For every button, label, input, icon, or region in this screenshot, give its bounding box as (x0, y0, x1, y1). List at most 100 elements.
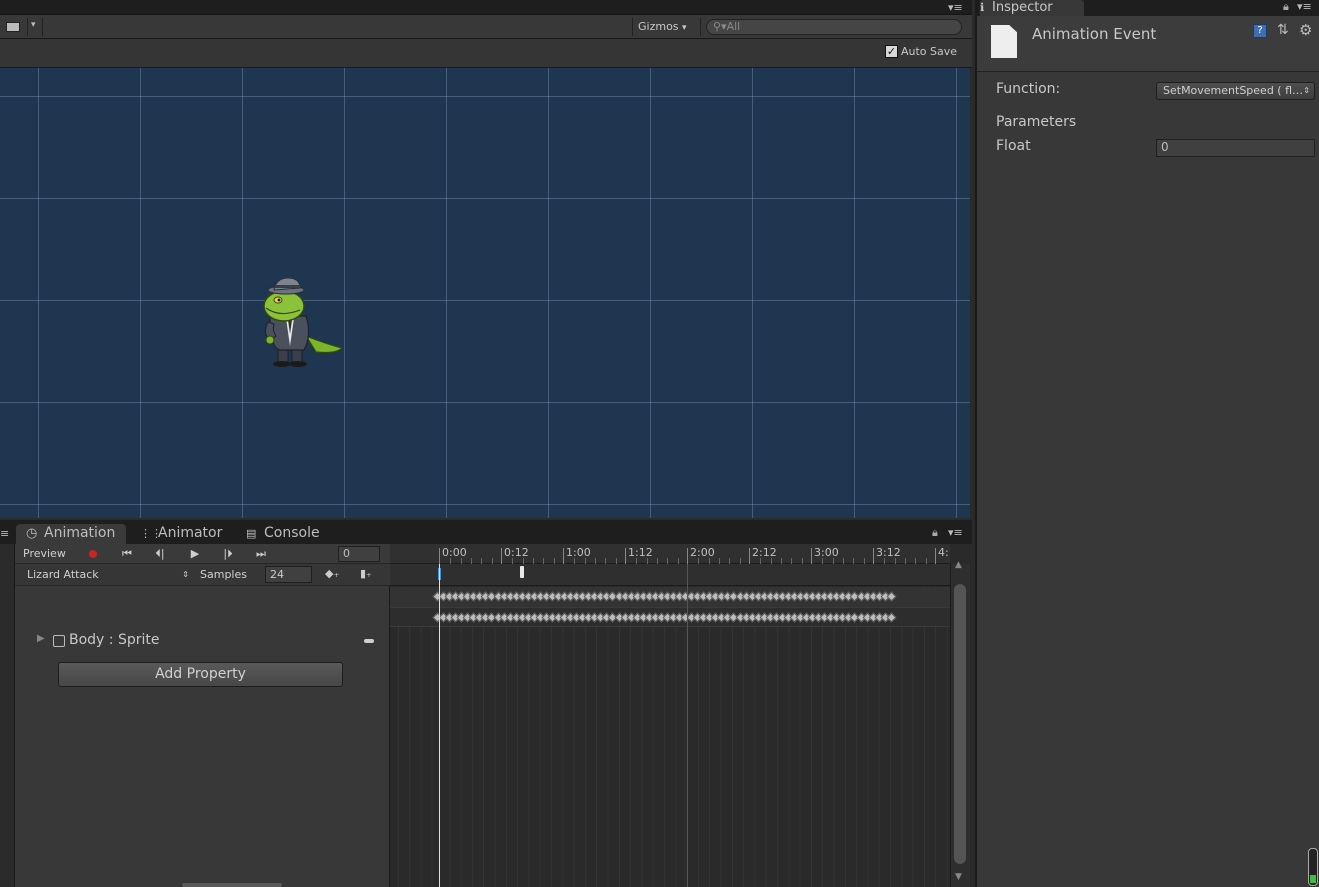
ruler-tick-label: 2:00 (690, 546, 715, 559)
auto-save-toggle[interactable]: ✓ Auto Save (885, 45, 957, 58)
preview-toggle[interactable]: Preview (23, 547, 66, 560)
clip-dropdown[interactable]: Lizard Attack ⇕ (19, 566, 191, 584)
horizontal-scrollbar[interactable] (182, 883, 282, 887)
samples-value: 24 (270, 568, 284, 581)
timeline[interactable]: 0:00 0:12 1:00 1:12 2:00 2:12 3:00 3:12 4: (390, 544, 950, 887)
chevron-down-icon[interactable]: ▾ (31, 20, 36, 30)
clip-row: Lizard Attack ⇕ Samples 24 ◆₊ ▮₊ (15, 564, 390, 586)
event-row[interactable] (390, 564, 950, 586)
panel-menu-icon[interactable]: ≡ (0, 527, 9, 540)
animation-panel: ≡ ◷ Animation ⋮⋮ Animator ▤ Console 🔒︎ ▾… (0, 520, 972, 887)
sprite-keys (432, 611, 904, 625)
ruler-tick-label: 0:12 (504, 546, 529, 559)
animation-property-pane: Preview ⏮ ⏴| ▶ |⏵ ⏭ 0 Lizard Attack ⇕ Sa… (15, 544, 390, 887)
function-label: Function: (996, 81, 1061, 97)
float-label: Float (996, 138, 1031, 154)
tab-animation[interactable]: ◷ Animation (16, 524, 126, 544)
float-field[interactable]: 0 (1156, 139, 1315, 157)
animation-tabbar: ≡ ◷ Animation ⋮⋮ Animator ▤ Console 🔒︎ ▾… (0, 520, 972, 544)
scene-topbar: ▾≡ (0, 0, 972, 15)
scene-search-input[interactable]: ⚲▾All (706, 19, 962, 35)
summary-keys (432, 590, 904, 604)
ruler-tick-line (873, 548, 874, 564)
ruler-tick-line (811, 548, 812, 564)
last-keyframe-button[interactable]: ⏭ (246, 546, 276, 562)
previous-keyframe-button[interactable]: ⏴| (145, 546, 175, 562)
toolbar-divider (632, 18, 633, 36)
sprite-keyframe-row (390, 607, 950, 627)
tab-console[interactable]: ▤ Console (236, 524, 336, 544)
playback-controls: Preview ⏮ ⏴| ▶ |⏵ ⏭ 0 (15, 544, 390, 564)
tab-inspector[interactable]: ℹ Inspector (980, 0, 1084, 16)
vertical-scrollbar[interactable]: ▲ ▼ (950, 560, 970, 887)
frame-field[interactable]: 0 (338, 546, 380, 562)
ruler-tick-line (749, 548, 750, 564)
preset-icon[interactable]: ⇅ (1277, 22, 1289, 38)
animation-side-strip (0, 544, 15, 887)
inspector-tab-label: Inspector (992, 0, 1053, 15)
scene-viewport[interactable] (0, 68, 970, 518)
timeline-ruler[interactable]: 0:00 0:12 1:00 1:12 2:00 2:12 3:00 3:12 4: (390, 544, 950, 564)
property-label: Body : Sprite (69, 632, 160, 648)
add-event-icon[interactable]: ▮₊ (360, 567, 372, 580)
scroll-up-icon[interactable]: ▲ (955, 560, 962, 570)
clock-icon: ◷ (26, 526, 38, 541)
first-keyframe-button[interactable]: ⏮ (112, 546, 142, 562)
inspector-panel: ℹ Inspector 🔒︎ ▾≡ Animation Event ? ⇅ ⚙ … (975, 0, 1319, 887)
toolbar-divider (27, 18, 28, 36)
ruler-tick-line (563, 548, 564, 564)
keyframe-toggle-icon[interactable] (364, 639, 374, 643)
gizmos-dropdown[interactable]: Gizmos ▾ (638, 20, 687, 33)
property-row[interactable]: ▶ Body : Sprite (15, 630, 390, 652)
resize-handle[interactable] (1308, 848, 1318, 886)
animator-icon: ⋮⋮ (140, 527, 162, 540)
gizmos-label: Gizmos (638, 20, 679, 33)
sprite-icon (53, 635, 65, 647)
lizard-character-sprite[interactable] (256, 276, 346, 368)
toolbar-divider (700, 18, 701, 36)
animation-event-marker[interactable] (520, 566, 524, 578)
ruler-tick-line (687, 548, 688, 564)
add-keyframe-icon[interactable]: ◆₊ (325, 567, 339, 580)
ruler-tick-line (501, 548, 502, 564)
function-value: SetMovementSpeed ( fl… (1163, 84, 1304, 97)
inspector-header: Animation Event ? ⇅ ⚙ (977, 16, 1319, 72)
panel-menu-icon[interactable]: ▾≡ (948, 1, 963, 14)
playhead-line (439, 564, 440, 887)
chevron-down-icon: ▾ (682, 23, 687, 33)
inspector-tabbar: ℹ Inspector 🔒︎ ▾≡ (977, 0, 1319, 16)
tab-animator[interactable]: ⋮⋮ Animator (130, 524, 236, 544)
frame-value: 0 (343, 547, 350, 560)
auto-save-checkbox[interactable]: ✓ (885, 45, 898, 58)
panel-menu-icon[interactable]: ▾≡ (948, 526, 963, 539)
scroll-thumb[interactable] (954, 584, 966, 864)
search-placeholder: All (726, 20, 741, 33)
info-icon: ℹ (980, 1, 985, 14)
console-icon: ▤ (246, 527, 257, 540)
dopesheet-area[interactable] (390, 564, 950, 887)
summary-keyframe-row (390, 587, 950, 607)
lock-icon[interactable]: 🔒︎ (932, 526, 938, 540)
scroll-down-icon[interactable]: ▼ (955, 872, 962, 882)
second-marker-line (687, 564, 688, 887)
gear-icon[interactable]: ⚙ (1299, 21, 1312, 39)
samples-field[interactable]: 24 (265, 566, 312, 583)
scene-panel: ▾≡ ▾ Gizmos ▾ ⚲▾All ✓ Auto Save (0, 0, 972, 520)
samples-label: Samples (200, 568, 247, 581)
display-mode-icon[interactable] (6, 22, 20, 32)
record-button[interactable] (85, 546, 101, 562)
add-property-button[interactable]: Add Property (58, 662, 343, 687)
toolbar-divider (42, 18, 43, 36)
dropdown-arrows-icon: ⇕ (1303, 86, 1310, 95)
expand-arrow-icon[interactable]: ▶ (37, 633, 45, 644)
lock-icon[interactable]: 🔒︎ (1283, 0, 1289, 14)
play-button[interactable]: ▶ (180, 546, 210, 562)
ruler-tick-label: 4: (938, 546, 949, 559)
next-keyframe-button[interactable]: |⏵ (213, 546, 243, 562)
scene-subbar (0, 39, 972, 68)
panel-menu-icon[interactable]: ▾≡ (1297, 0, 1312, 13)
function-dropdown[interactable]: SetMovementSpeed ( fl… ⇕ (1156, 82, 1315, 100)
document-icon (991, 25, 1017, 58)
ruler-tick-label: 1:12 (628, 546, 653, 559)
help-icon[interactable]: ? (1253, 24, 1267, 38)
